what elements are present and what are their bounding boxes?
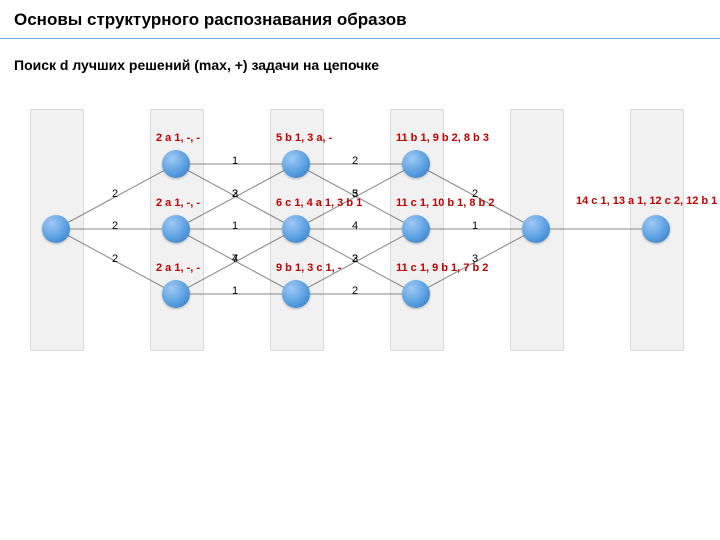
edge-weight-c1n2-c2n1: 4 [232,253,238,265]
node-label-c1n2: 2 a 1, -, - [156,262,200,274]
page-header: Основы структурного распознавания образо… [0,0,720,39]
edge-weight-c0n0-c1n1: 2 [112,220,118,232]
node-c1n2 [162,280,190,308]
node-c4n0 [522,215,550,243]
edge-weight-c2n1-c3n1: 4 [352,220,358,232]
edge-weight-c1n0-c2n0: 1 [232,155,238,167]
node-c2n2 [282,280,310,308]
edge-weight-c1n2-c2n2: 1 [232,285,238,297]
chain-diagram: 2 a 1, -, - 2 a 1, -, - 2 a 1, -, - 5 b 1, … [30,109,690,349]
edge-weight-c0n0-c1n2: 2 [112,253,118,265]
edge-weight-c2n0-c3n0: 2 [352,155,358,167]
node-c1n1 [162,215,190,243]
node-c3n0 [402,150,430,178]
node-c2n1 [282,215,310,243]
node-label-c2n2: 9 b 1, 3 c 1, - [276,262,341,274]
node-label-c2n1: 6 c 1, 4 a 1, 3 b 1 [276,197,362,209]
node-label-c1n0: 2 a 1, -, - [156,132,200,144]
edge-weight-c1n1-c2n1: 1 [232,220,238,232]
edges-layer [30,109,690,349]
edge-weight-c0n0-c1n0: 2 [112,188,118,200]
edge-weight-c3n1-c4n0: 1 [472,220,478,232]
node-c5n0 [642,215,670,243]
node-c0n0 [42,215,70,243]
edge-weight-c2n2-c3n1: 2 [352,253,358,265]
node-c3n1 [402,215,430,243]
node-label-c3n1: 11 c 1, 10 b 1, 8 b 2 [396,197,494,209]
node-c1n0 [162,150,190,178]
edge-weight-c1n1-c2n0: 3 [232,188,238,200]
edge-weight-c2n2-c3n2: 2 [352,285,358,297]
node-label-c5n0: 14 c 1, 13 a 1, 12 c 2, 12 b 1 [576,195,717,207]
node-label-c1n1: 2 a 1, -, - [156,197,200,209]
node-label-c2n0: 5 b 1, 3 a, - [276,132,332,144]
edge-weight-c3n2-c4n0: 3 [472,253,478,265]
edge-weight-c2n1-c3n0: 3 [352,188,358,200]
node-label-c3n0: 11 b 1, 9 b 2, 8 b 3 [396,132,489,144]
edge-weight-c3n0-c4n0: 2 [472,188,478,200]
page-subtitle: Поиск d лучших решений (max, +) задачи н… [0,39,720,73]
node-c2n0 [282,150,310,178]
page-title: Основы структурного распознавания образо… [14,10,706,30]
node-c3n2 [402,280,430,308]
